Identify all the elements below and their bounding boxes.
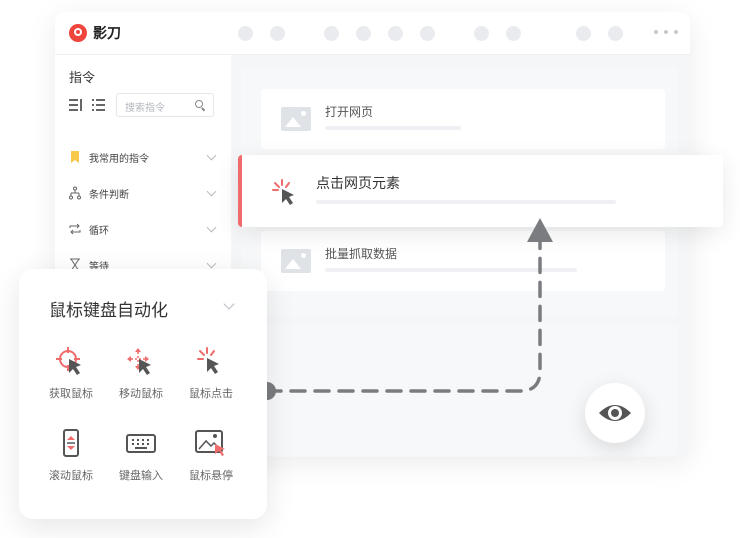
tool-keyboard-input[interactable]: 键盘输入 bbox=[106, 429, 176, 483]
preview-button[interactable] bbox=[585, 383, 645, 443]
click-cursor-icon bbox=[197, 347, 219, 374]
tool-label: 键盘输入 bbox=[119, 469, 163, 482]
tool-label: 鼠标点击 bbox=[189, 387, 233, 400]
chevron-down-icon[interactable] bbox=[223, 298, 235, 310]
tool-move-mouse[interactable]: 移动鼠标 bbox=[106, 347, 176, 401]
mouse-keyboard-panel: 鼠标键盘自动化 获取鼠标 移动鼠标 鼠标点击 滚动鼠标 键盘输入 鼠标悬停 bbox=[19, 269, 267, 519]
keyboard-icon bbox=[126, 434, 156, 453]
tool-label: 获取鼠标 bbox=[49, 387, 93, 400]
tool-label: 滚动鼠标 bbox=[49, 469, 93, 482]
panel-title: 鼠标键盘自动化 bbox=[49, 301, 168, 321]
crosshair-cursor-icon bbox=[56, 347, 81, 375]
hover-image-icon bbox=[195, 430, 225, 456]
arrow-head-icon bbox=[527, 218, 553, 242]
tool-label: 鼠标悬停 bbox=[189, 469, 233, 482]
eye-icon bbox=[599, 405, 631, 421]
tool-mouse-hover[interactable]: 鼠标悬停 bbox=[176, 429, 246, 483]
scroll-mouse-icon bbox=[63, 429, 79, 457]
move-cursor-icon bbox=[127, 348, 151, 375]
tool-scroll-mouse[interactable]: 滚动鼠标 bbox=[36, 429, 106, 483]
tool-get-mouse[interactable]: 获取鼠标 bbox=[36, 347, 106, 401]
tool-mouse-click[interactable]: 鼠标点击 bbox=[176, 347, 246, 401]
tool-label: 移动鼠标 bbox=[119, 387, 163, 400]
